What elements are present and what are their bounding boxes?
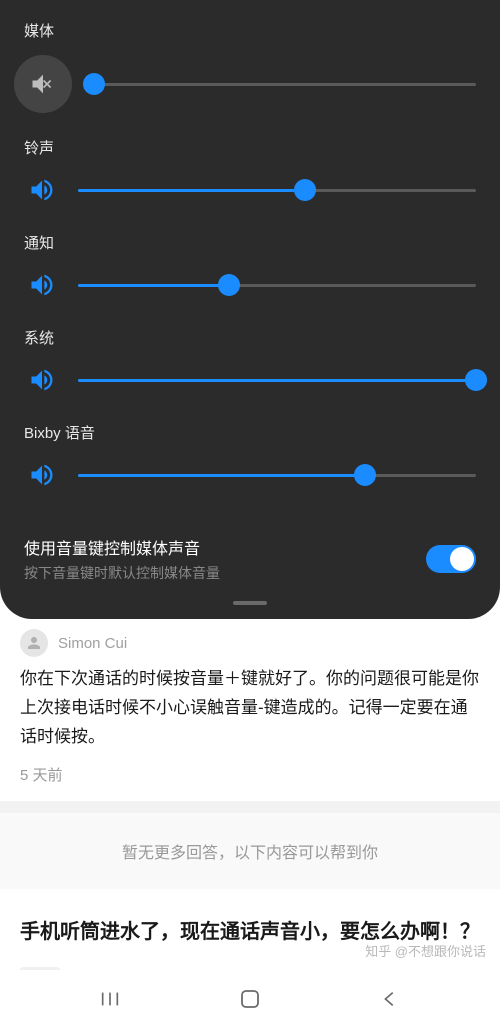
android-navbar xyxy=(0,970,500,1028)
avatar[interactable] xyxy=(20,629,48,657)
volume-label: 系统 xyxy=(24,327,476,348)
volume-group: 通知 xyxy=(24,232,476,303)
panel-handle[interactable] xyxy=(233,601,267,605)
answer-block: Simon Cui 你在下次通话的时候按音量＋键就好了。你的问题很可能是你上次接… xyxy=(0,619,500,801)
answer-text: 你在下次通话的时候按音量＋键就好了。你的问题很可能是你上次接电话时候不小心误触音… xyxy=(20,665,480,752)
volume-slider[interactable] xyxy=(78,465,476,485)
volume-slider[interactable] xyxy=(86,74,476,94)
recents-button[interactable] xyxy=(96,985,124,1013)
volume-label: 通知 xyxy=(24,232,476,253)
sound-icon[interactable] xyxy=(24,267,60,303)
volume-slider[interactable] xyxy=(78,180,476,200)
volume-panel: 媒体铃声通知系统 Bixby 语音 使用音量键控制媒体声音 按下音量键时默认控制媒… xyxy=(0,0,500,619)
volume-label: Bixby 语音 xyxy=(24,422,476,443)
setting-subtitle: 按下音量键时默认控制媒体音量 xyxy=(24,563,220,583)
volume-group: 媒体 xyxy=(24,20,476,113)
volume-group: 系统 xyxy=(24,327,476,398)
author-name[interactable]: Simon Cui xyxy=(58,635,127,652)
setting-title: 使用音量键控制媒体声音 xyxy=(24,535,220,559)
timestamp: 5 天前 xyxy=(20,764,480,785)
media-key-toggle[interactable] xyxy=(426,545,476,573)
divider-text: 暂无更多回答，以下内容可以帮到你 xyxy=(0,813,500,889)
volume-slider[interactable] xyxy=(78,275,476,295)
back-button[interactable] xyxy=(376,985,404,1013)
volume-label: 铃声 xyxy=(24,137,476,158)
volume-label: 媒体 xyxy=(24,20,476,41)
sound-icon[interactable] xyxy=(24,457,60,493)
volume-slider[interactable] xyxy=(78,370,476,390)
media-key-setting: 使用音量键控制媒体声音 按下音量键时默认控制媒体音量 xyxy=(24,517,476,591)
volume-group: Bixby 语音 xyxy=(24,422,476,493)
volume-group: 铃声 xyxy=(24,137,476,208)
sound-icon[interactable] xyxy=(24,172,60,208)
mute-icon[interactable] xyxy=(14,55,72,113)
watermark: 知乎 @不想跟你说话 xyxy=(365,941,486,960)
home-button[interactable] xyxy=(236,985,264,1013)
sound-icon[interactable] xyxy=(24,362,60,398)
